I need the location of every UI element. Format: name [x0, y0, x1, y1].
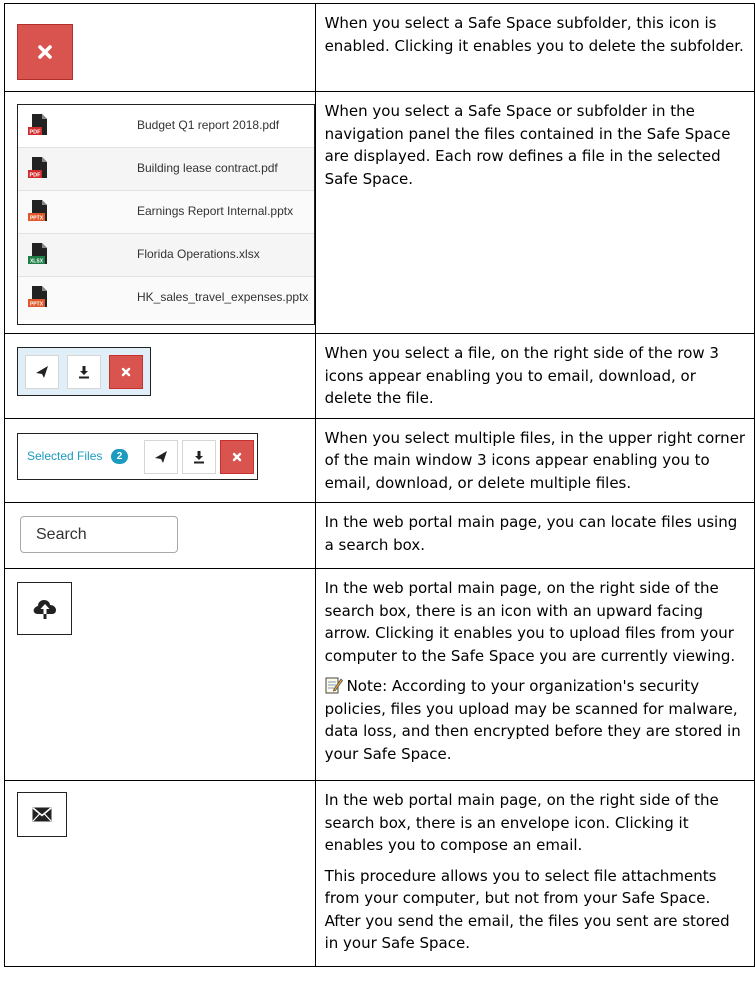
close-icon: [232, 452, 242, 461]
note-paragraph: Note: According to your organization's s…: [325, 675, 746, 765]
close-icon: [38, 45, 52, 59]
description-cell: In the web portal main page, on the righ…: [314, 568, 755, 781]
compose-email-button[interactable]: [17, 792, 67, 837]
file-name: Earnings Report Internal.pptx: [137, 204, 294, 218]
download-selected-button[interactable]: [182, 439, 216, 474]
delete-selected-button[interactable]: [220, 439, 254, 474]
pdf-file-icon: PDF: [28, 114, 47, 136]
svg-text:PDF: PDF: [30, 130, 42, 136]
search-input[interactable]: [20, 516, 178, 553]
description-text: When you select a Safe Space subfolder, …: [324, 14, 744, 55]
description-cell: In the web portal main page, on the righ…: [314, 780, 755, 967]
illustration-cell: [4, 568, 316, 781]
table-row: In the web portal main page, on the righ…: [4, 568, 755, 781]
selected-count-badge: 2: [111, 448, 128, 464]
email-file-button[interactable]: [25, 355, 59, 389]
file-list: PDF Budget Q1 report 2018.pdf PDF Buildi…: [17, 104, 315, 325]
notepad-pencil-icon: [325, 677, 343, 694]
description-cell: When you select a file, on the right sid…: [314, 333, 755, 419]
illustration-cell: [4, 333, 316, 419]
xlsx-file-icon: XLSX: [28, 243, 47, 265]
description-text: When you select a file, on the right sid…: [324, 344, 719, 407]
file-row[interactable]: PPTX Earnings Report Internal.pptx: [18, 191, 314, 234]
description-text: This procedure allows you to select file…: [324, 866, 730, 953]
illustration-cell: [4, 780, 316, 967]
pdf-file-icon: PDF: [28, 157, 47, 179]
file-row[interactable]: XLSX Florida Operations.xlsx: [18, 234, 314, 277]
note-text: Note: According to your organization's s…: [324, 677, 741, 763]
file-name: HK_sales_travel_expenses.pptx: [137, 290, 309, 304]
pptx-file-icon: PPTX: [28, 286, 47, 308]
file-row[interactable]: PDF Budget Q1 report 2018.pdf: [18, 105, 314, 148]
delete-subfolder-button[interactable]: [17, 24, 73, 80]
download-icon: [194, 450, 204, 463]
illustration-cell: [4, 3, 316, 92]
description-cell: When you select a Safe Space subfolder, …: [314, 3, 755, 92]
file-name: Budget Q1 report 2018.pdf: [137, 118, 280, 132]
file-action-bar: [17, 347, 151, 396]
file-name: Florida Operations.xlsx: [137, 247, 260, 261]
svg-text:XLSX: XLSX: [30, 259, 44, 265]
email-selected-button[interactable]: [144, 439, 178, 474]
paper-plane-icon: [155, 450, 167, 463]
close-icon: [121, 367, 131, 377]
description-cell: In the web portal main page, you can loc…: [314, 502, 755, 569]
pptx-file-icon: PPTX: [28, 200, 47, 222]
table-row: Selected Files 2 When you select multipl…: [4, 417, 755, 503]
delete-file-button[interactable]: [109, 355, 143, 389]
description-text: In the web portal main page, you can loc…: [324, 513, 738, 554]
selected-files-label: Selected Files: [27, 448, 103, 463]
illustration-cell: [4, 502, 316, 569]
envelope-icon: [32, 807, 52, 822]
file-name: Building lease contract.pdf: [137, 161, 278, 175]
table-row: When you select a file, on the right sid…: [4, 333, 755, 419]
svg-text:PDF: PDF: [30, 173, 42, 179]
download-icon: [79, 366, 89, 379]
illustration-cell: PDF Budget Q1 report 2018.pdf PDF Buildi…: [4, 91, 316, 334]
download-file-button[interactable]: [67, 355, 101, 389]
table-row: In the web portal main page, on the righ…: [4, 780, 755, 967]
help-table: When you select a Safe Space subfolder, …: [4, 3, 755, 967]
file-row[interactable]: PPTX HK_sales_travel_expenses.pptx: [18, 277, 314, 320]
description-text: When you select multiple files, in the u…: [324, 428, 746, 492]
file-row[interactable]: PDF Building lease contract.pdf: [18, 148, 314, 191]
cloud-upload-icon: [33, 599, 56, 619]
selected-files-bar: Selected Files 2: [17, 432, 258, 480]
description-text: In the web portal main page, on the righ…: [324, 579, 736, 665]
upload-button[interactable]: [17, 582, 72, 635]
table-row: In the web portal main page, you can loc…: [4, 502, 755, 569]
table-row: When you select a Safe Space subfolder, …: [4, 3, 755, 92]
description-text: In the web portal main page, on the righ…: [324, 791, 719, 854]
description-cell: When you select a Safe Space or subfolde…: [314, 91, 755, 334]
svg-text:PPTX: PPTX: [30, 216, 44, 222]
description-cell: When you select multiple files, in the u…: [314, 417, 755, 503]
paper-plane-icon: [36, 366, 48, 378]
table-row: PDF Budget Q1 report 2018.pdf PDF Buildi…: [4, 91, 755, 334]
illustration-cell: Selected Files 2: [4, 417, 316, 503]
svg-text:PPTX: PPTX: [30, 302, 44, 308]
description-text: When you select a Safe Space or subfolde…: [324, 102, 731, 188]
